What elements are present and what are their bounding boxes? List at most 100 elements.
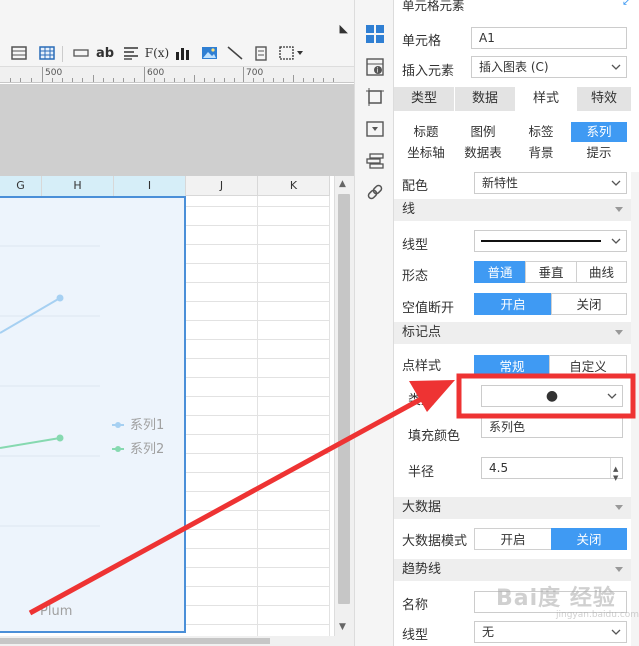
tab-data[interactable]: 数据 bbox=[455, 87, 515, 111]
bigdata-off-button[interactable]: 关闭 bbox=[551, 528, 627, 550]
point-style-normal-button[interactable]: 常规 bbox=[474, 355, 550, 377]
tab-style[interactable]: 样式 bbox=[516, 87, 576, 111]
marker-type-select[interactable]: ● bbox=[481, 385, 623, 407]
tab-effect[interactable]: 特效 bbox=[577, 87, 631, 111]
widget-dropdown-icon[interactable] bbox=[364, 118, 386, 140]
marker-dot-icon: ● bbox=[545, 388, 559, 404]
border-dropdown-icon[interactable] bbox=[278, 42, 306, 64]
frame-border-icon[interactable] bbox=[364, 86, 386, 108]
expand-arrow-icon[interactable]: ↙ bbox=[622, 0, 630, 8]
toolbar-row: ab F(x) bbox=[0, 42, 340, 66]
subtab-title[interactable]: 标题 bbox=[398, 122, 454, 142]
point-style-custom-button[interactable]: 自定义 bbox=[549, 355, 627, 377]
series-1-point bbox=[56, 294, 64, 302]
vertical-scrollbar[interactable]: ▲ ▼ bbox=[334, 176, 354, 636]
formula-icon[interactable]: F(x) bbox=[145, 42, 169, 64]
legend-series-1: 系列1 bbox=[130, 418, 164, 433]
marker-type-label: 类型 bbox=[408, 393, 435, 408]
collapse-triangle-icon bbox=[615, 330, 623, 335]
bigdata-on-button[interactable]: 开启 bbox=[474, 528, 552, 550]
text-ab-icon[interactable]: ab bbox=[94, 42, 116, 64]
chevron-down-icon bbox=[606, 231, 626, 251]
column-header-k[interactable]: K bbox=[258, 176, 330, 196]
cell-attribute-icon[interactable]: i bbox=[364, 56, 386, 78]
horizontal-scrollbar[interactable] bbox=[0, 636, 354, 646]
column-header-h[interactable]: H bbox=[42, 176, 114, 196]
radius-label: 半径 bbox=[408, 465, 435, 480]
line-type-select[interactable] bbox=[474, 230, 627, 252]
column-header-i[interactable]: I bbox=[114, 176, 186, 196]
null-break-label: 空值断开 bbox=[402, 301, 455, 316]
subtab-series[interactable]: 系列 bbox=[571, 122, 627, 142]
ruler-label: 700 bbox=[246, 68, 264, 78]
trend-name-label: 名称 bbox=[402, 598, 429, 613]
scrollbar-thumb[interactable] bbox=[0, 638, 270, 644]
hyperlink-icon[interactable] bbox=[364, 181, 386, 203]
color-scheme-select[interactable]: 新特性 bbox=[474, 172, 627, 194]
ruler-label: 600 bbox=[147, 68, 165, 78]
align-icon[interactable] bbox=[120, 42, 142, 64]
insert-element-select[interactable]: 插入图表 (C) bbox=[471, 56, 627, 78]
frame-icon[interactable] bbox=[250, 42, 272, 64]
trend-line-type-select[interactable]: 无 bbox=[474, 621, 627, 643]
radius-stepper[interactable]: 4.5 ▲ ▼ bbox=[481, 457, 623, 482]
text-separator-icon[interactable] bbox=[70, 42, 92, 64]
stepper-arrows-icon[interactable]: ▲ ▼ bbox=[610, 458, 622, 482]
condition-attribute-icon[interactable] bbox=[364, 150, 386, 172]
table-icon[interactable] bbox=[36, 42, 58, 64]
toolbar: ◣ ab F(x) bbox=[0, 0, 354, 67]
chevron-down-icon bbox=[606, 173, 626, 193]
null-break-off-button[interactable]: 关闭 bbox=[551, 293, 627, 315]
section-trendline[interactable]: 趋势线 bbox=[394, 559, 631, 581]
chart-preview: 系列1 系列2 Plum bbox=[0, 245, 164, 619]
section-marker-title: 标记点 bbox=[402, 325, 442, 340]
chevron-down-icon bbox=[602, 386, 622, 406]
subtab-datasheet[interactable]: 数据表 bbox=[455, 143, 511, 163]
ruler-tick bbox=[243, 67, 244, 82]
subtab-axis[interactable]: 坐标轴 bbox=[398, 143, 454, 163]
solid-line-icon bbox=[481, 240, 601, 242]
subtab-background[interactable]: 背景 bbox=[512, 143, 570, 163]
bar-chart-icon[interactable] bbox=[172, 42, 194, 64]
chart-cell-selection[interactable]: 系列1 系列2 Plum bbox=[0, 196, 186, 633]
scrollbar-thumb[interactable] bbox=[338, 194, 350, 604]
subtab-label[interactable]: 标签 bbox=[512, 122, 570, 142]
column-header-g[interactable]: G bbox=[0, 176, 42, 196]
bigdata-mode-label: 大数据模式 bbox=[402, 534, 468, 549]
section-bigdata[interactable]: 大数据 bbox=[394, 497, 631, 519]
shape-label: 形态 bbox=[402, 269, 429, 284]
ruler-tick bbox=[42, 67, 43, 82]
section-marker[interactable]: 标记点 bbox=[394, 322, 631, 344]
line-type-label: 线型 bbox=[402, 238, 429, 253]
cell-grid[interactable] bbox=[186, 196, 330, 636]
shape-vertical-button[interactable]: 垂直 bbox=[525, 261, 577, 283]
ruler-label: 500 bbox=[45, 68, 63, 78]
shape-normal-button[interactable]: 普通 bbox=[474, 261, 526, 283]
slash-line-icon[interactable] bbox=[224, 42, 246, 64]
shape-curve-button[interactable]: 曲线 bbox=[576, 261, 627, 283]
property-panel: 单元格元素 ↙ 单元格 A1 插入元素 插入图表 (C) 类型 数据 样式 特效… bbox=[394, 0, 639, 646]
scroll-up-icon[interactable]: ▲ bbox=[339, 179, 346, 189]
watermark-text: Bai度 经验 bbox=[496, 586, 616, 611]
section-line[interactable]: 线 bbox=[394, 199, 631, 221]
point-style-label: 点样式 bbox=[402, 359, 442, 374]
column-headers: G H I J K bbox=[0, 176, 330, 196]
watermark-url: jingyan.baidu.com bbox=[556, 610, 639, 620]
fill-color-input[interactable]: 系列色 bbox=[481, 416, 623, 438]
side-icon-strip: i bbox=[354, 0, 394, 646]
subtab-tooltip[interactable]: 提示 bbox=[571, 143, 627, 163]
collapse-arrow-icon[interactable]: ◣ bbox=[340, 22, 348, 35]
panel-scrollbar[interactable] bbox=[631, 172, 639, 646]
collapse-triangle-icon bbox=[615, 505, 623, 510]
scroll-down-icon[interactable]: ▼ bbox=[339, 622, 346, 632]
ruler: 500 600 700 bbox=[0, 67, 354, 83]
cell-element-icon[interactable] bbox=[364, 23, 386, 45]
panel-header-title: 单元格元素 bbox=[402, 0, 465, 13]
null-break-on-button[interactable]: 开启 bbox=[474, 293, 552, 315]
column-header-j[interactable]: J bbox=[186, 176, 258, 196]
tab-type[interactable]: 类型 bbox=[394, 87, 454, 111]
subtab-legend[interactable]: 图例 bbox=[455, 122, 511, 142]
image-icon[interactable] bbox=[198, 42, 220, 64]
grid-table-icon[interactable] bbox=[8, 42, 30, 64]
cell-input[interactable]: A1 bbox=[471, 27, 627, 49]
